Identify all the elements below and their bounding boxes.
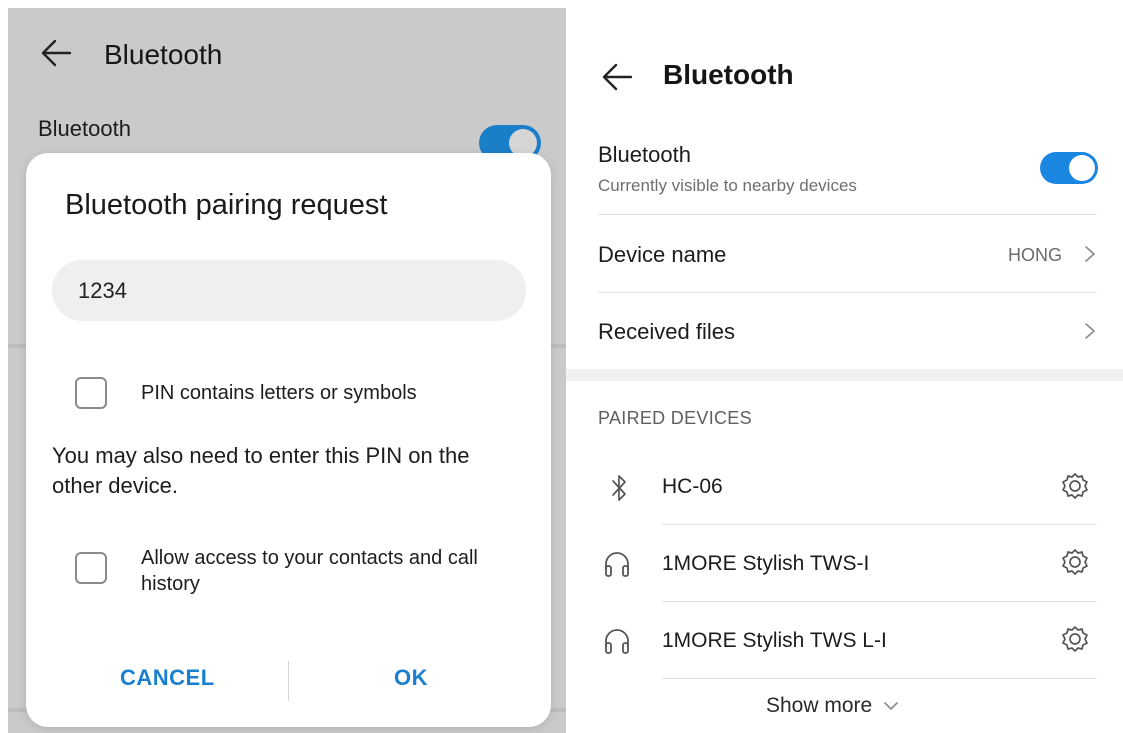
cancel-button[interactable]: CANCEL (120, 665, 215, 691)
bluetooth-toggle[interactable] (1040, 152, 1098, 184)
device-name-1more-tws-i[interactable]: 1MORE Stylish TWS-I (662, 552, 869, 576)
contacts-access-checkbox[interactable] (75, 552, 107, 584)
pin-letters-checkbox[interactable] (75, 377, 107, 409)
ok-button[interactable]: OK (394, 665, 428, 691)
page-title: Bluetooth (663, 59, 794, 90)
row-divider (662, 678, 1097, 679)
gear-icon[interactable] (1057, 470, 1093, 506)
headphones-icon (605, 629, 629, 654)
page-title: Bluetooth (104, 39, 223, 70)
row-divider (598, 292, 1097, 293)
chevron-right-icon (1085, 246, 1095, 262)
show-more-button[interactable]: Show more (766, 694, 900, 718)
contacts-access-label: Allow access to your contacts and call h… (141, 547, 478, 595)
back-arrow-icon[interactable] (40, 38, 74, 68)
gear-icon[interactable] (1057, 623, 1093, 659)
section-separator (566, 369, 1123, 381)
chevron-right-icon (1085, 323, 1095, 339)
received-files-label[interactable]: Received files (598, 319, 735, 345)
pin-info-text: You may also need to enter this PIN on t… (52, 443, 470, 498)
row-divider (662, 601, 1097, 602)
bluetooth-row-subtitle: Currently visible to nearby devices (598, 176, 857, 195)
pin-input[interactable] (52, 260, 526, 321)
row-divider (662, 524, 1097, 525)
toggle-knob (1069, 155, 1095, 181)
dialog-title: Bluetooth pairing request (65, 189, 388, 221)
device-name-hc06[interactable]: HC-06 (662, 475, 723, 499)
bluetooth-row-label: Bluetooth (598, 142, 691, 167)
left-screen: Bluetooth Bluetooth Bluetooth pairing re… (8, 8, 566, 733)
device-name-value[interactable]: HONG (1008, 245, 1062, 266)
device-name-1more-tws-l-i[interactable]: 1MORE Stylish TWS L-I (662, 629, 887, 653)
back-arrow-icon[interactable] (601, 62, 635, 92)
pairing-dialog: Bluetooth pairing request PIN contains l… (26, 153, 551, 727)
paired-devices-header: PAIRED DEVICES (598, 408, 752, 428)
device-name-label[interactable]: Device name (598, 242, 726, 268)
chevron-down-icon (884, 702, 899, 710)
bluetooth-row-label: Bluetooth (38, 116, 131, 141)
right-screen: Bluetooth Bluetooth Currently visible to… (566, 0, 1123, 733)
pin-letters-label: PIN contains letters or symbols (141, 382, 417, 404)
show-more-label: Show more (766, 694, 873, 717)
headphones-icon (605, 552, 629, 577)
button-separator (288, 661, 289, 701)
gear-icon[interactable] (1057, 546, 1093, 582)
bluetooth-icon (612, 475, 626, 501)
row-divider (598, 214, 1097, 215)
